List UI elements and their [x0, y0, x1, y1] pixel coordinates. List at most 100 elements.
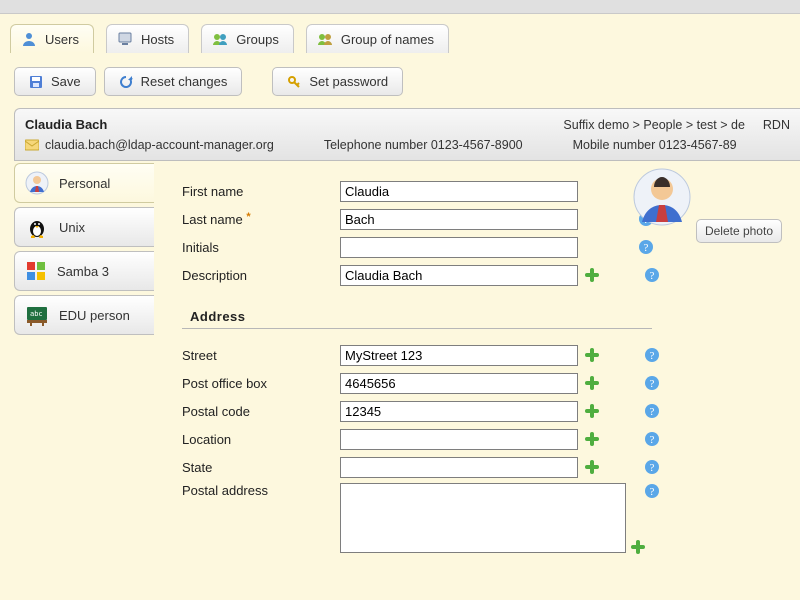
delete-photo-button[interactable]: Delete photo — [696, 219, 782, 243]
person-avatar-icon — [25, 171, 49, 195]
add-description[interactable] — [584, 267, 600, 283]
help-pobox[interactable]: ? — [644, 375, 660, 391]
host-icon — [117, 31, 133, 47]
save-icon — [29, 75, 43, 89]
help-postal-addr[interactable]: ? — [644, 483, 660, 499]
label-initials: Initials — [182, 240, 340, 255]
sidetab-edu[interactable]: abc EDU person — [14, 295, 154, 335]
sidetab-unix[interactable]: Unix — [14, 207, 154, 247]
input-location[interactable] — [340, 429, 578, 450]
input-description[interactable] — [340, 265, 578, 286]
email-display: claudia.bach@ldap-account-manager.org — [25, 138, 274, 152]
side-tabs: Personal Unix Samba 3 abc EDU person — [14, 161, 154, 555]
row-location: Location ? — [182, 425, 662, 453]
add-location[interactable] — [584, 431, 600, 447]
tab-hosts[interactable]: Hosts — [106, 24, 189, 53]
add-street[interactable] — [584, 347, 600, 363]
sidetab-samba-label: Samba 3 — [57, 264, 109, 279]
add-postal-addr[interactable] — [630, 539, 646, 555]
svg-text:?: ? — [650, 406, 655, 418]
input-state[interactable] — [340, 457, 578, 478]
sidetab-samba[interactable]: Samba 3 — [14, 251, 154, 291]
account-summary: Claudia Bach Suffix demo > People > test… — [14, 108, 800, 161]
tab-group-of-names[interactable]: Group of names — [306, 24, 449, 53]
svg-text:?: ? — [650, 350, 655, 362]
svg-text:?: ? — [650, 462, 655, 474]
avatar-icon — [632, 167, 692, 227]
row-last-name: Last name * ? — [182, 205, 662, 233]
form-area: Delete photo First name ? Last name * ? … — [154, 161, 800, 555]
sidetab-unix-label: Unix — [59, 220, 85, 235]
tab-groups[interactable]: Groups — [201, 24, 294, 53]
sidetab-edu-label: EDU person — [59, 308, 130, 323]
help-location[interactable]: ? — [644, 431, 660, 447]
row-postal: Postal code ? — [182, 397, 662, 425]
section-address: Address — [182, 289, 652, 329]
rdn-label[interactable]: RDN — [763, 118, 790, 132]
delete-photo-label: Delete photo — [705, 224, 773, 238]
suffix-path[interactable]: Suffix demo > People > test > de — [563, 118, 745, 132]
svg-text:abc: abc — [30, 310, 43, 318]
label-location: Location — [182, 432, 340, 447]
user-icon — [21, 31, 37, 47]
help-street[interactable]: ? — [644, 347, 660, 363]
help-state[interactable]: ? — [644, 459, 660, 475]
row-first-name: First name ? — [182, 177, 662, 205]
key-icon — [287, 75, 301, 89]
save-button[interactable]: Save — [14, 67, 96, 96]
label-pobox: Post office box — [182, 376, 340, 391]
input-postal-addr[interactable] — [340, 483, 626, 553]
add-pobox[interactable] — [584, 375, 600, 391]
help-postal[interactable]: ? — [644, 403, 660, 419]
reset-icon — [119, 75, 133, 89]
svg-text:?: ? — [650, 486, 655, 498]
set-password-label: Set password — [309, 74, 388, 89]
help-description[interactable]: ? — [644, 267, 660, 283]
top-nav: Users Hosts Groups Group of names — [0, 14, 800, 53]
sidetab-personal-label: Personal — [59, 176, 110, 191]
chalkboard-icon: abc — [25, 303, 49, 327]
action-row: Save Reset changes Set password — [0, 53, 800, 108]
label-last-name: Last name * — [182, 212, 340, 227]
row-initials: Initials ? — [182, 233, 662, 261]
window-strip — [0, 0, 800, 14]
fields: First name ? Last name * ? Initials ? De… — [182, 177, 662, 555]
groups-icon — [212, 31, 228, 47]
photo-panel: Delete photo — [632, 167, 782, 243]
tab-users-label: Users — [45, 32, 79, 47]
input-postal[interactable] — [340, 401, 578, 422]
label-first-name: First name — [182, 184, 340, 199]
sidetab-personal[interactable]: Personal — [14, 163, 154, 203]
input-pobox[interactable] — [340, 373, 578, 394]
group-names-icon — [317, 31, 333, 47]
row-street: Street ? — [182, 341, 662, 369]
svg-text:?: ? — [650, 378, 655, 390]
telephone-display: Telephone number 0123-4567-8900 — [324, 138, 523, 152]
tab-group-of-names-label: Group of names — [341, 32, 434, 47]
input-first-name[interactable] — [340, 181, 578, 202]
tab-users[interactable]: Users — [10, 24, 94, 53]
row-state: State ? — [182, 453, 662, 481]
input-street[interactable] — [340, 345, 578, 366]
label-street: Street — [182, 348, 340, 363]
label-description: Description — [182, 268, 340, 283]
row-description: Description ? — [182, 261, 662, 289]
reset-button[interactable]: Reset changes — [104, 67, 243, 96]
mail-icon — [25, 139, 39, 151]
required-marker: * — [246, 211, 250, 223]
reset-label: Reset changes — [141, 74, 228, 89]
label-postal: Postal code — [182, 404, 340, 419]
row-pobox: Post office box ? — [182, 369, 662, 397]
account-name: Claudia Bach — [25, 117, 107, 132]
input-initials[interactable] — [340, 237, 578, 258]
add-postal[interactable] — [584, 403, 600, 419]
content: Personal Unix Samba 3 abc EDU person Del — [14, 161, 800, 555]
windows-icon — [25, 260, 47, 282]
svg-text:?: ? — [650, 270, 655, 282]
input-last-name[interactable] — [340, 209, 578, 230]
add-state[interactable] — [584, 459, 600, 475]
tab-groups-label: Groups — [236, 32, 279, 47]
email-value: claudia.bach@ldap-account-manager.org — [45, 138, 274, 152]
tab-hosts-label: Hosts — [141, 32, 174, 47]
set-password-button[interactable]: Set password — [272, 67, 403, 96]
